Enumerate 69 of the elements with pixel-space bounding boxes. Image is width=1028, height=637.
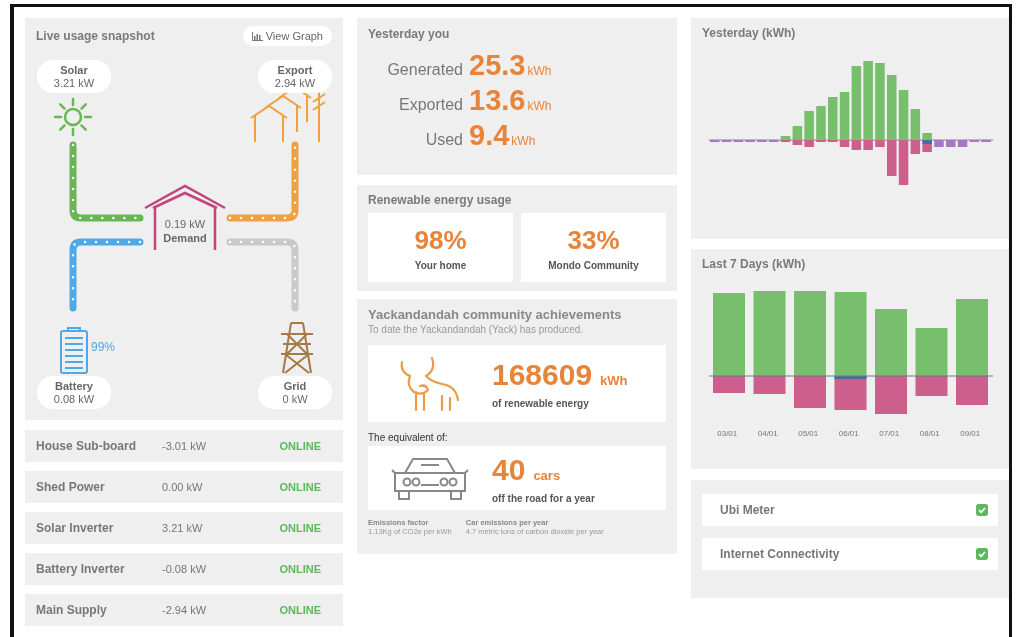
axis-label: 09/01 <box>959 429 982 438</box>
stat-value: 13.6 <box>469 84 526 116</box>
status-label: Ubi Meter <box>720 503 775 517</box>
circuit-power: -2.94 kW <box>162 604 207 616</box>
demand-label: Demand <box>162 232 208 244</box>
status-label: Internet Connectivity <box>720 547 840 561</box>
panel-title: Live usage snapshot <box>36 29 155 43</box>
circuit-name: Solar Inverter <box>36 521 115 535</box>
percent-value: 98% <box>414 224 467 256</box>
achievement-value: 168609 <box>492 358 593 391</box>
node-label: Battery 0.08 kW <box>37 376 111 409</box>
achievement-unit: cars <box>533 467 561 483</box>
battery-charge: 99% <box>91 340 116 354</box>
chart-title: Yesterday (kWh) <box>702 26 797 40</box>
circuit-power: 0.00 kW <box>162 481 204 493</box>
panel-subtitle: To date the Yackandandah (Yack) has produced. <box>368 324 585 335</box>
stat-unit: kWh <box>527 99 552 113</box>
circuit-name: Main Supply <box>36 603 108 617</box>
stat-unit: kWh <box>527 64 552 78</box>
percent-value: 33% <box>567 224 620 256</box>
circuit-name: Shed Power <box>36 480 106 494</box>
car-icon <box>391 455 469 501</box>
circuit-power: -0.08 kW <box>162 563 207 575</box>
bull-icon <box>398 355 462 412</box>
status-text: ONLINE <box>279 440 321 452</box>
achievement-caption: of renewable energy <box>492 398 590 409</box>
sun-icon <box>53 97 93 137</box>
circuit-power: -3.01 kW <box>162 440 207 452</box>
status-text: ONLINE <box>279 481 321 493</box>
circuit-power: 3.21 kW <box>162 522 204 534</box>
stat-value: 9.4 <box>469 119 510 151</box>
panel-title: Yackandandah community achievements <box>368 307 623 322</box>
stat-label: Generated <box>386 61 463 79</box>
achievement-value: 40 <box>492 452 526 486</box>
achievement-unit: kWh <box>600 373 628 388</box>
bar-chart-icon <box>251 31 263 41</box>
node-label: Grid 0 kW <box>258 376 332 409</box>
panel-title: Renewable energy usage <box>368 193 513 207</box>
status-text: ONLINE <box>279 522 321 534</box>
axis-label: 03/01 <box>716 429 739 438</box>
checkbox[interactable] <box>976 548 988 560</box>
battery-icon <box>60 327 88 374</box>
stat-label: Used <box>424 131 463 149</box>
axis-label: 06/01 <box>837 429 860 438</box>
achievement-caption: off the road for a year <box>492 492 595 504</box>
status-text: ONLINE <box>279 604 321 616</box>
status-text: ONLINE <box>279 563 321 575</box>
axis-label: 07/01 <box>878 429 901 438</box>
checkbox[interactable] <box>976 504 988 516</box>
stat-value: 25.3 <box>469 49 526 81</box>
axis-label: 08/01 <box>918 429 941 438</box>
equivalent-label: The equivalent of: <box>368 432 449 443</box>
stat-label: Exported <box>397 96 463 114</box>
house-icon <box>144 184 226 252</box>
circuit-name: Battery Inverter <box>36 562 126 576</box>
demand-value: 0.19 kW <box>163 218 207 230</box>
card-label: Mondo Community <box>548 259 639 271</box>
view-graph-button[interactable]: View Graph <box>242 26 332 46</box>
panel-title: Yesterday you <box>368 27 451 41</box>
chart-bar <box>934 140 944 147</box>
transmission-tower-icon <box>280 322 314 374</box>
axis-label: 04/01 <box>756 429 779 438</box>
circuit-name: House Sub-board <box>36 439 137 453</box>
node-label: Solar 3.21 kW <box>37 60 111 93</box>
chart-title: Last 7 Days (kWh) <box>702 257 807 271</box>
card-label: Your home <box>414 259 467 271</box>
node-label: Export 2.94 kW <box>258 60 332 93</box>
stat-unit: kWh <box>511 134 536 148</box>
axis-label: 05/01 <box>797 429 820 438</box>
